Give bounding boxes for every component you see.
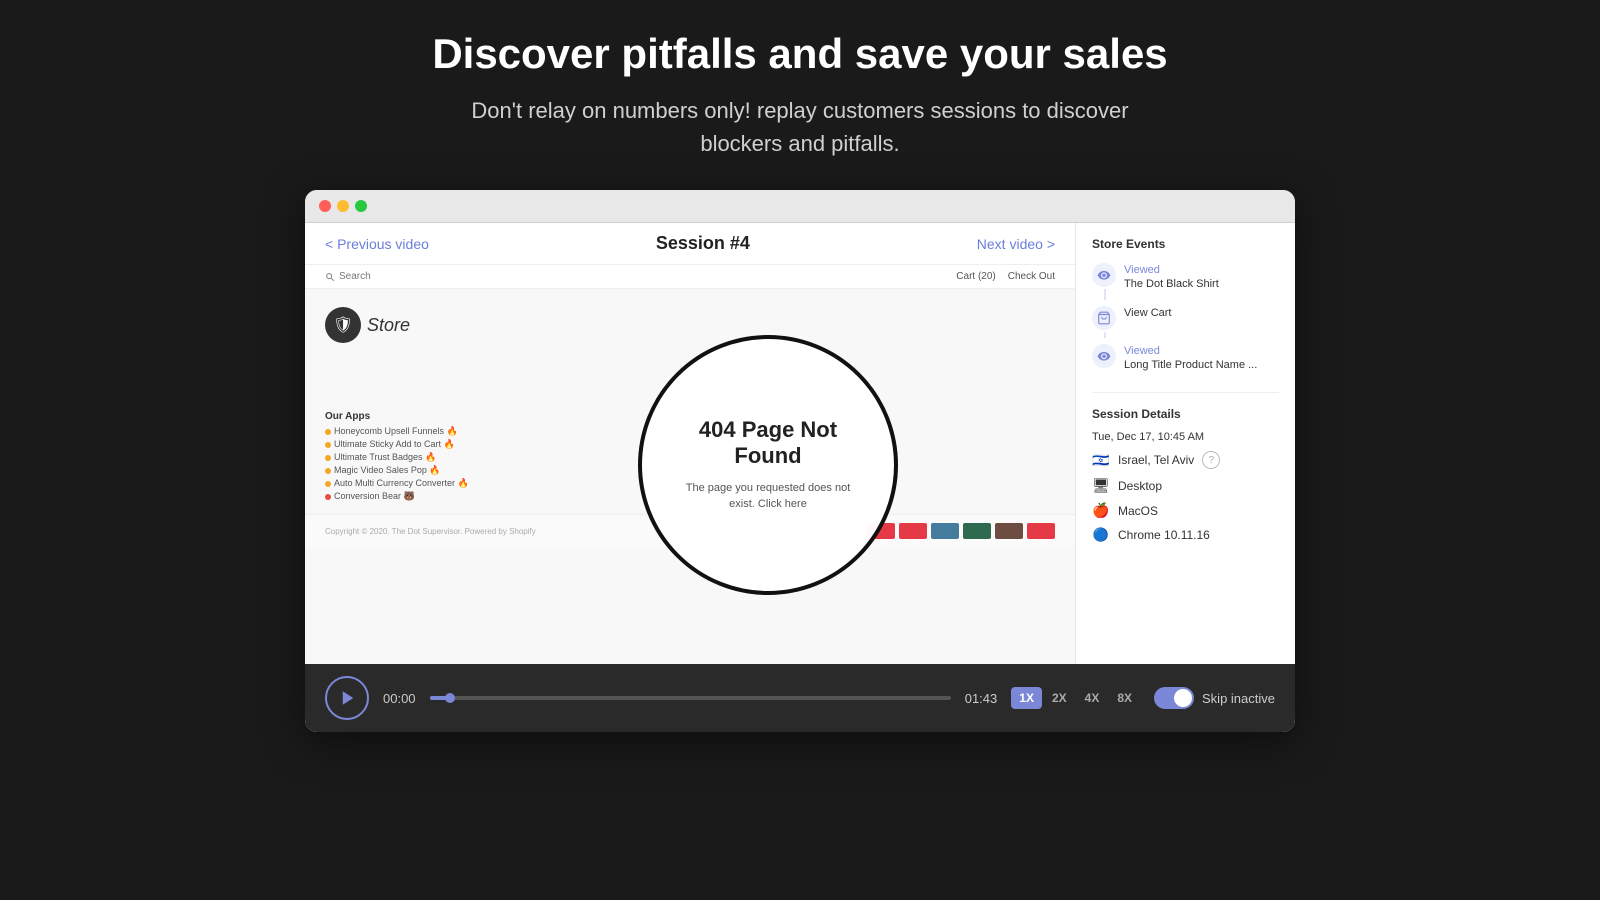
store-icon-glyph: 🛡 xyxy=(333,315,353,335)
payment-icon-mc xyxy=(899,523,927,539)
store-events: Store Events Viewed The Dot Black Shirt xyxy=(1092,237,1279,372)
event-text: View Cart xyxy=(1124,306,1171,320)
browser-value: Chrome 10.11.16 xyxy=(1118,528,1210,542)
browser-window: < Previous video Session #4 Next video >… xyxy=(305,190,1295,732)
detail-os: 🍎 MacOS xyxy=(1092,502,1279,519)
browser-chrome xyxy=(305,190,1295,223)
detail-browser: 🔵 Chrome 10.11.16 xyxy=(1092,527,1279,543)
progress-bar[interactable] xyxy=(430,696,951,700)
store-events-title: Store Events xyxy=(1092,237,1279,251)
view-icon xyxy=(1092,263,1116,287)
error-404-desc: The page you requested does not exist. C… xyxy=(672,481,864,512)
toggle-switch[interactable] xyxy=(1154,687,1194,709)
speed-4x-button[interactable]: 4X xyxy=(1077,687,1108,709)
event-label: Viewed xyxy=(1124,263,1219,277)
cart-icon xyxy=(1092,306,1116,330)
speed-8x-button[interactable]: 8X xyxy=(1109,687,1140,709)
page-subtitle: Don't relay on numbers only! replay cust… xyxy=(471,94,1128,160)
app-dot xyxy=(325,468,331,474)
next-video-button[interactable]: Next video > xyxy=(977,236,1055,252)
event-text: Viewed The Dot Black Shirt xyxy=(1124,263,1219,292)
dot-yellow xyxy=(337,200,349,212)
time-end: 01:43 xyxy=(965,691,998,706)
prev-video-button[interactable]: < Previous video xyxy=(325,236,429,252)
event-item-view-product: Viewed Long Title Product Name ... xyxy=(1092,344,1279,373)
view-icon-2 xyxy=(1092,344,1116,368)
dot-red xyxy=(319,200,331,212)
highlight-circle: 404 Page Not Found The page you requeste… xyxy=(638,335,898,595)
session-nav: < Previous video Session #4 Next video > xyxy=(305,223,1075,264)
event-item-view-shirt: Viewed The Dot Black Shirt xyxy=(1092,263,1279,292)
store-header: Search Cart (20) Check Out xyxy=(305,265,1075,289)
store-header-nav: Cart (20) Check Out xyxy=(956,271,1055,282)
store-logo-area: 🛡 Store xyxy=(325,299,1055,351)
event-item-view-cart: View Cart xyxy=(1092,306,1279,330)
speed-1x-button[interactable]: 1X xyxy=(1011,687,1042,709)
skip-inactive-toggle: Skip inactive xyxy=(1154,687,1275,709)
app-name: Ultimate Sticky Add to Cart 🔥 xyxy=(334,439,455,450)
page-title: Discover pitfalls and save your sales xyxy=(432,30,1167,78)
event-label: Viewed xyxy=(1124,344,1257,358)
store-preview: Search Cart (20) Check Out 🛡 Store xyxy=(305,264,1075,664)
flag-icon: 🇮🇱 xyxy=(1092,452,1110,469)
detail-device: 🖥 Desktop xyxy=(1092,477,1279,494)
error-404-title: 404 Page Not Found xyxy=(672,417,864,469)
info-icon[interactable]: ? xyxy=(1202,451,1220,469)
speed-2x-button[interactable]: 2X xyxy=(1044,687,1075,709)
session-details-title: Session Details xyxy=(1092,407,1279,421)
session-timestamp: Tue, Dec 17, 10:45 AM xyxy=(1092,431,1279,443)
time-start: 00:00 xyxy=(383,691,416,706)
chrome-icon: 🔵 xyxy=(1092,527,1110,543)
dot-green xyxy=(355,200,367,212)
store-search: Search xyxy=(325,271,371,282)
location-value: Israel, Tel Aviv xyxy=(1118,453,1194,467)
session-sidebar: Store Events Viewed The Dot Black Shirt xyxy=(1075,223,1295,664)
apple-icon: 🍎 xyxy=(1092,502,1110,519)
event-value: Long Title Product Name ... xyxy=(1124,358,1257,372)
progress-handle[interactable] xyxy=(445,693,455,703)
speed-controls: 1X 2X 4X 8X xyxy=(1011,687,1140,709)
payment-icon-other1 xyxy=(995,523,1023,539)
app-dot xyxy=(325,481,331,487)
app-name: Honeycomb Upsell Funnels 🔥 xyxy=(334,426,458,437)
app-name: Ultimate Trust Badges 🔥 xyxy=(334,452,436,463)
event-value: View Cart xyxy=(1124,306,1171,320)
play-button[interactable] xyxy=(325,676,369,720)
payment-icon-other2 xyxy=(1027,523,1055,539)
payment-icons xyxy=(867,523,1055,539)
store-logo-text: Store xyxy=(367,315,410,336)
browser-content: < Previous video Session #4 Next video >… xyxy=(305,223,1295,664)
app-name: Auto Multi Currency Converter 🔥 xyxy=(334,478,469,489)
app-dot xyxy=(325,429,331,435)
device-value: Desktop xyxy=(1118,479,1162,493)
app-dot xyxy=(325,442,331,448)
video-controls: 00:00 01:43 1X 2X 4X 8X Skip inactive xyxy=(305,664,1295,732)
app-dot xyxy=(325,455,331,461)
os-value: MacOS xyxy=(1118,504,1158,518)
app-dot xyxy=(325,494,331,500)
session-viewer: < Previous video Session #4 Next video >… xyxy=(305,223,1075,664)
payment-icon-paypal xyxy=(963,523,991,539)
session-details: Session Details Tue, Dec 17, 10:45 AM 🇮🇱… xyxy=(1092,392,1279,543)
cart-label: Cart (20) xyxy=(956,271,995,282)
event-text: Viewed Long Title Product Name ... xyxy=(1124,344,1257,373)
footer-copyright: Copyright © 2020. The Dot Supervisor. Po… xyxy=(325,527,536,536)
app-name: Conversion Bear 🐻 xyxy=(334,491,415,502)
event-value: The Dot Black Shirt xyxy=(1124,277,1219,291)
toggle-knob xyxy=(1174,689,1192,707)
search-label: Search xyxy=(339,271,371,282)
detail-location: 🇮🇱 Israel, Tel Aviv ? xyxy=(1092,451,1279,469)
payment-icon-amex xyxy=(931,523,959,539)
session-title: Session #4 xyxy=(656,233,750,254)
store-logo-icon: 🛡 xyxy=(325,307,361,343)
checkout-label: Check Out xyxy=(1008,271,1055,282)
app-name: Magic Video Sales Pop 🔥 xyxy=(334,465,441,476)
skip-inactive-label: Skip inactive xyxy=(1202,691,1275,706)
desktop-icon: 🖥 xyxy=(1092,477,1110,494)
